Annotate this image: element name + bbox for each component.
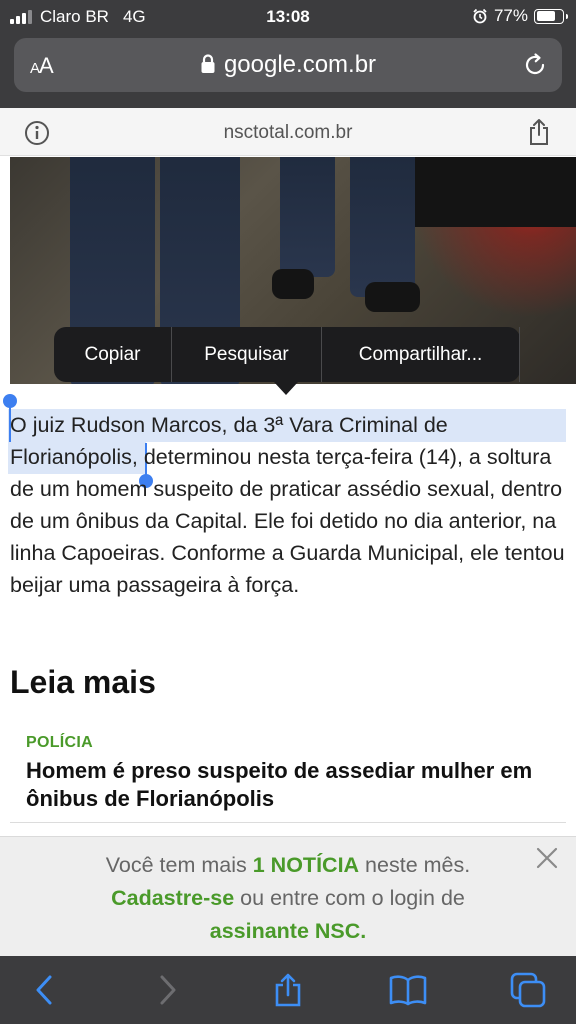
paywall-text: ou entre com o login de bbox=[234, 886, 465, 910]
paywall-banner: Você tem mais 1 NOTÍCIA neste mês. Cadas… bbox=[0, 836, 576, 956]
article-body: O juiz Rudson Marcos, da 3ª Vara Crimina… bbox=[10, 409, 566, 601]
site-header: nsctotal.com.br bbox=[0, 108, 576, 156]
reload-icon[interactable] bbox=[522, 52, 548, 78]
forward-button[interactable] bbox=[148, 970, 188, 1010]
tabs-icon bbox=[510, 972, 546, 1008]
bookmarks-icon bbox=[389, 975, 427, 1006]
site-domain: nsctotal.com.br bbox=[223, 122, 353, 143]
selection-context-menu: Copiar Pesquisar Compartilhar... bbox=[54, 327, 520, 395]
back-button[interactable] bbox=[24, 970, 64, 1010]
lock-icon bbox=[201, 54, 215, 73]
share-page-button[interactable] bbox=[268, 970, 308, 1010]
battery-icon bbox=[534, 8, 568, 24]
related-category: POLÍCIA bbox=[26, 734, 93, 751]
share-icon[interactable] bbox=[528, 118, 550, 146]
share-selection-button[interactable]: Compartilhar... bbox=[322, 327, 520, 382]
copy-label: Copiar bbox=[84, 343, 141, 365]
paywall-text: neste mês. bbox=[359, 853, 471, 877]
share-selection-label: Compartilhar... bbox=[358, 343, 483, 365]
battery-percentage: 77% bbox=[493, 6, 528, 25]
browser-toolbar bbox=[0, 956, 576, 1024]
share-icon bbox=[275, 973, 301, 1007]
tabs-button[interactable] bbox=[508, 970, 548, 1010]
address-bar[interactable]: AA google.com.br bbox=[14, 38, 562, 92]
divider bbox=[10, 822, 566, 823]
search-label: Pesquisar bbox=[204, 343, 289, 365]
paywall-line-3: assinante NSC. bbox=[0, 915, 576, 948]
close-icon[interactable] bbox=[536, 847, 558, 869]
paywall-text: Você tem mais bbox=[105, 853, 253, 877]
subscriber-login-link[interactable]: assinante NSC. bbox=[210, 919, 367, 943]
url-display[interactable]: google.com.br bbox=[14, 51, 562, 79]
browser-top-chrome: Claro BR 4G 13:08 77% AA google.com.br bbox=[0, 0, 576, 108]
signup-link[interactable]: Cadastre-se bbox=[111, 886, 234, 910]
news-count: 1 NOTÍCIA bbox=[252, 853, 360, 877]
bookmarks-button[interactable] bbox=[388, 970, 428, 1010]
forward-icon bbox=[160, 975, 176, 1005]
alarm-icon bbox=[473, 8, 487, 24]
related-article-link[interactable]: Homem é preso suspeito de assediar mulhe… bbox=[26, 757, 556, 813]
back-icon bbox=[36, 975, 52, 1005]
url-text: google.com.br bbox=[223, 51, 377, 78]
related-heading: Leia mais bbox=[10, 664, 156, 700]
paywall-line-2: Cadastre-se ou entre com o login de bbox=[0, 882, 576, 915]
paywall-line-1: Você tem mais 1 NOTÍCIA neste mês. bbox=[0, 849, 576, 882]
copy-button[interactable]: Copiar bbox=[54, 327, 172, 382]
status-bar: Claro BR 4G 13:08 77% bbox=[0, 0, 576, 34]
search-button[interactable]: Pesquisar bbox=[172, 327, 322, 382]
